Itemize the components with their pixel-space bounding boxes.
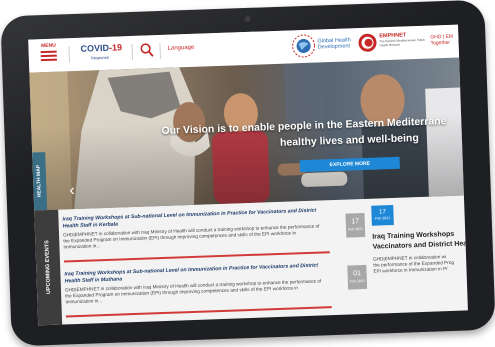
globe-logo-icon[interactable]: [290, 33, 317, 60]
event-date-day: 17: [351, 218, 360, 226]
ghd-title: Global Health Development: [317, 37, 351, 50]
event-date-badge: 01 Feb 2021: [347, 264, 368, 290]
event-divider: [65, 306, 332, 318]
website-screen: MENU COVID-19 Response Language Global H…: [28, 24, 468, 326]
featured-title-line2: Vaccinators and District Hea: [372, 240, 468, 251]
hamburger-icon: [38, 50, 60, 62]
menu-button[interactable]: MENU: [37, 43, 60, 62]
menu-label: MENU: [40, 42, 56, 50]
nav-divider: [131, 43, 133, 60]
covid-response-label: Response: [90, 54, 109, 61]
upcoming-events-label: UPCOMING EVENTS: [44, 240, 53, 295]
featured-desc-line3: EPI workforce in Immunization in Pr: [373, 266, 448, 275]
covid-number: -19: [108, 42, 123, 53]
tablet-device: MENU COVID-19 Response Language Global H…: [0, 0, 495, 347]
featured-date-month: Feb 2021: [375, 216, 391, 221]
featured-date-badge: 17 Feb 2021: [371, 204, 394, 226]
ghd-title-line2: Development: [317, 43, 351, 51]
right-badge[interactable]: GHD | EM Together: [430, 34, 453, 47]
featured-title-line1: Iraq Training Workshops: [372, 230, 455, 241]
event-item[interactable]: Iraq Training Workshops at Sub-national …: [64, 260, 338, 323]
event-date-month: Feb 2021: [347, 227, 364, 232]
event-date-day: 01: [353, 270, 362, 278]
health-map-label: HEALTH MAP: [35, 164, 43, 198]
covid-19-link[interactable]: COVID-19: [80, 42, 122, 53]
covid-label: COVID: [80, 42, 110, 54]
featured-event-title[interactable]: Iraq Training Workshops Vaccinators and …: [372, 229, 468, 253]
nav-divider: [159, 42, 161, 60]
event-item[interactable]: Iraq Training Workshops at Sub-national …: [62, 205, 336, 268]
emphnet-subtitle: The Eastern Mediterranean Public Health …: [379, 37, 426, 47]
event-date-month: Feb 2021: [349, 278, 366, 284]
event-date-badge: 17 Feb 2021: [345, 212, 366, 238]
chevron-left-icon[interactable]: ‹: [69, 182, 75, 199]
featured-event-description: GHD|EMPHNET in collaboration wi the perf…: [373, 253, 468, 276]
language-selector[interactable]: Language: [168, 45, 195, 52]
search-icon[interactable]: [139, 42, 154, 58]
right-badge-line2: Together: [430, 39, 451, 47]
nav-divider: [68, 46, 71, 63]
hero-banner: Our Vision is to enable people in the Ea…: [29, 57, 464, 211]
emphnet-logo-icon[interactable]: [357, 32, 378, 53]
